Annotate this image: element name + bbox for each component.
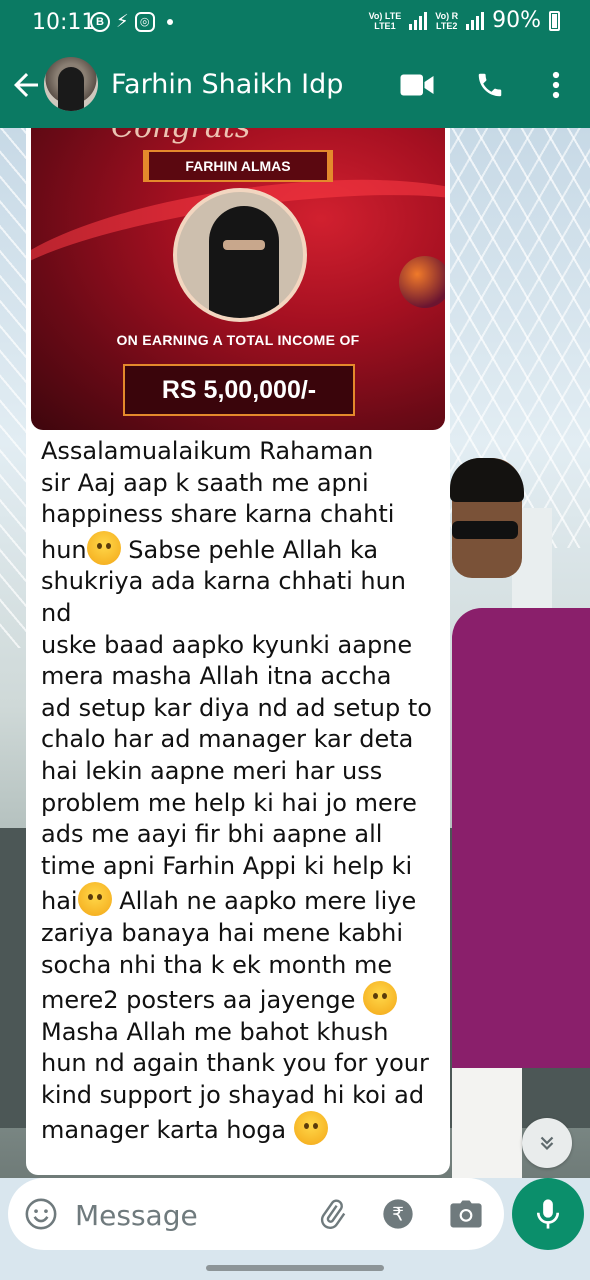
message-placeholder: Message xyxy=(75,1199,198,1232)
mic-icon xyxy=(536,1199,560,1229)
msg-line: Assalamualaikum Rahaman xyxy=(41,437,374,465)
menu-button[interactable] xyxy=(536,65,576,105)
sim1-signal-icon xyxy=(409,11,428,30)
contact-name[interactable]: Farhin Shaikh Idp xyxy=(111,69,343,100)
sim2-signal-icon xyxy=(466,11,485,30)
msg-line: chalo har ad manager kar deta xyxy=(41,725,414,754)
svg-text:₹: ₹ xyxy=(392,1205,404,1226)
contact-avatar[interactable] xyxy=(44,57,98,111)
msg-line: uske baad aapko kyunki aapne xyxy=(41,630,413,659)
msg-line: socha nhi tha k ek month me xyxy=(41,950,393,979)
sim1-label-top: Vo) LTE xyxy=(368,10,402,21)
msg-line: Allah ne aapko mere liye xyxy=(111,887,417,916)
poster-amount: RS 5,00,000/- xyxy=(123,364,355,416)
wallpaper-person-body xyxy=(452,608,590,1068)
wallpaper-person-sunglasses xyxy=(452,521,518,539)
chat-header: Farhin Shaikh Idp xyxy=(0,45,590,128)
instagram-icon: ◎ xyxy=(134,11,155,32)
rupee-icon: ₹ xyxy=(383,1199,413,1229)
poster-name-tag: FARHIN ALMAS xyxy=(143,150,333,182)
msg-line: sir Aaj aap k saath me apni xyxy=(41,468,369,497)
status-right: Vo) LTE LTE1 Vo) R LTE2 90% xyxy=(369,8,560,33)
payment-button[interactable]: ₹ xyxy=(380,1196,416,1232)
smiling-face-emoji-icon xyxy=(86,530,121,565)
scroll-to-bottom-button[interactable] xyxy=(522,1118,572,1168)
photo-figure xyxy=(209,206,279,318)
msg-line: Sabse pehle Allah ka xyxy=(120,535,379,564)
message-text: Assalamualaikum Rahaman sir Aaj aap k sa… xyxy=(41,436,443,1147)
arrow-left-icon xyxy=(14,73,38,97)
star-struck-emoji-icon xyxy=(362,981,397,1016)
more-vert-icon xyxy=(552,71,560,99)
chevron-double-down-icon xyxy=(540,1136,554,1151)
msg-line: problem me help ki hai jo mere xyxy=(41,788,417,817)
sim1-label-bottom: LTE1 xyxy=(374,20,396,31)
sim2-network: Vo) R LTE2 xyxy=(435,11,458,31)
msg-line: hun nd again thank you for your xyxy=(41,1049,429,1078)
b-badge-icon: B xyxy=(90,11,110,32)
msg-line: shukriya ada karna chhati hun nd xyxy=(41,567,414,627)
status-time: 10:11 xyxy=(32,10,96,35)
poster-earning-label: ON EARNING A TOTAL INCOME OF xyxy=(116,332,360,348)
msg-line: ad setup kar diya nd ad setup to xyxy=(41,693,432,722)
msg-line: hun xyxy=(41,535,87,564)
msg-line: mera masha Allah itna accha xyxy=(41,662,392,691)
sim1-network: Vo) LTE LTE1 xyxy=(369,11,402,31)
msg-line: hai lekin aapne meri har uss xyxy=(41,756,383,785)
video-call-icon xyxy=(400,74,434,96)
phone-icon xyxy=(478,73,502,97)
poster-script-text: Congrats xyxy=(111,128,250,145)
emoji-icon xyxy=(25,1198,57,1230)
bolt-icon: ⚡ xyxy=(116,11,129,31)
voice-call-button[interactable] xyxy=(470,65,510,105)
attach-button[interactable] xyxy=(314,1196,350,1232)
pleading-face-emoji-icon xyxy=(77,882,112,917)
msg-line: happiness share karna chahti xyxy=(41,500,395,529)
voice-message-button[interactable] xyxy=(512,1178,584,1250)
msg-line: time apni Farhin Appi ki help ki xyxy=(41,851,413,880)
camera-button[interactable] xyxy=(448,1196,484,1232)
msg-line: Masha Allah me bahot khush xyxy=(41,1017,389,1046)
notification-icons: B ⚡ ◎ xyxy=(90,11,173,32)
back-button[interactable] xyxy=(8,67,44,103)
grinning-face-emoji-icon xyxy=(293,1111,328,1146)
message-input[interactable]: Message ₹ xyxy=(8,1178,504,1250)
paperclip-icon xyxy=(320,1199,346,1229)
message-bubble[interactable]: Congrats FARHIN ALMAS ON EARNING A TOTAL… xyxy=(26,128,450,1175)
battery-percentage: 90% xyxy=(492,8,541,33)
sim2-label-bottom: LTE2 xyxy=(436,20,458,31)
video-call-button[interactable] xyxy=(397,65,437,105)
camera-icon xyxy=(450,1200,482,1228)
battery-icon xyxy=(549,10,560,31)
achievement-poster-image[interactable]: Congrats FARHIN ALMAS ON EARNING A TOTAL… xyxy=(31,128,445,430)
home-indicator[interactable] xyxy=(206,1265,384,1271)
more-notifications-dot xyxy=(166,18,173,25)
msg-line: kind support jo shayad hi koi ad xyxy=(41,1080,425,1109)
msg-line: hai xyxy=(41,887,78,916)
msg-line: manager karta hoga xyxy=(41,1116,287,1145)
emoji-button[interactable] xyxy=(23,1196,59,1232)
msg-line: mere2 posters aa jayenge xyxy=(41,986,356,1015)
sim2-label-top: Vo) R xyxy=(435,10,459,21)
photo-eyes xyxy=(223,240,265,250)
status-bar: 10:11 B ⚡ ◎ Vo) LTE LTE1 Vo) R LTE2 90% xyxy=(0,0,590,45)
msg-line: zariya banaya hai mene kabhi xyxy=(41,918,404,947)
poster-profile-photo xyxy=(173,188,307,322)
poster-orb-decoration xyxy=(399,256,445,308)
msg-line: ads me aayi fir bhi aapne all xyxy=(41,820,383,849)
